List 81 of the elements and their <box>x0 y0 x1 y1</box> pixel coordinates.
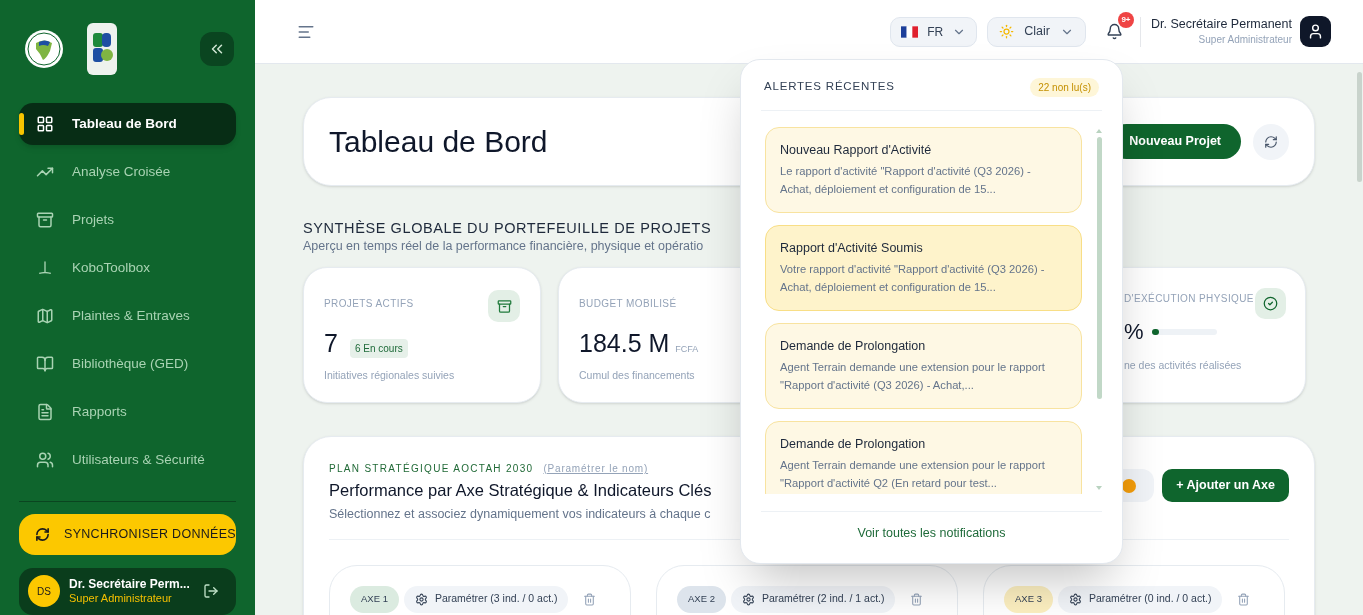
view-all-link[interactable]: Voir toutes les notifications <box>857 524 1006 543</box>
map-icon <box>36 306 54 325</box>
user-avatar: DS <box>28 575 60 608</box>
currency-unit: FCFA <box>675 343 699 356</box>
nav-item[interactable]: Plaintes & Entraves <box>19 294 236 337</box>
stat-caption: Cumul des financements <box>579 368 696 383</box>
plan-title: Performance par Axe Stratégique & Indicateurs Clés <box>329 480 712 501</box>
box-icon <box>488 290 520 322</box>
axis-settings-button[interactable]: Paramétrer (0 ind. / 0 act.) <box>1057 585 1223 613</box>
axis-tag: AXE 3 <box>1004 585 1053 613</box>
axis-settings-button[interactable]: Paramétrer (2 ind. / 1 act.) <box>730 585 896 613</box>
notification-item[interactable]: Demande de Prolongation Agent Terrain demande une extension pour le rapport "Rapport d'activité Q2 (En retard pour test... <box>765 421 1082 494</box>
refresh-button[interactable] <box>1253 123 1289 160</box>
bell-icon[interactable] <box>1105 23 1123 40</box>
nav-item[interactable]: Bibliothèque (GED) <box>19 342 236 385</box>
axis-settings-button[interactable]: Paramétrer (3 ind. / 0 act.) <box>403 585 569 613</box>
refresh-icon <box>1264 134 1278 149</box>
notification-count: 9+ <box>1117 12 1134 28</box>
settings-icon <box>1068 592 1082 606</box>
trash-icon[interactable] <box>910 592 924 606</box>
stat-caption: ne des activités réalisées <box>1124 358 1243 373</box>
notification-item[interactable]: Nouveau Rapport d'Activité Le rapport d'activité "Rapport d'activité (Q3 2026) - Achat, déploiement et configuration de 15... <box>765 127 1082 213</box>
unread-badge: 22 non lu(s) <box>1030 77 1099 97</box>
refresh-icon <box>35 525 50 543</box>
stat-value: 184.5 M <box>579 328 670 358</box>
nav-item[interactable]: Tableau de Bord <box>19 102 236 145</box>
notification-text: Agent Terrain demande une extension pour le rapport "Rapport d'activité Q2 (En retard pour test... <box>780 458 1046 491</box>
nav-item[interactable]: KoboToolbox <box>19 246 236 289</box>
sun-icon <box>999 24 1015 39</box>
theme-select[interactable]: Clair <box>987 16 1086 47</box>
trash-icon[interactable] <box>583 592 597 606</box>
stat-label: PROJETS ACTIFS <box>324 297 414 311</box>
axis-tag: AXE 2 <box>677 585 726 613</box>
page-title: Tableau de Bord <box>329 124 548 160</box>
notification-title: Nouveau Rapport d'Activité <box>780 142 933 158</box>
axis-tag: AXE 1 <box>350 585 399 613</box>
notification-text: Agent Terrain demande une extension pour le rapport "Rapport d'activité (Q3 2026) - Achat,... <box>780 360 1046 393</box>
notification-title: Demande de Prolongation <box>780 338 927 354</box>
panel-title: ALERTES RÉCENTES <box>764 79 895 95</box>
plan-subtitle: Sélectionnez et associez dynamiquement vos indicateurs à chaque c <box>329 505 712 523</box>
nav-item[interactable]: Rapports <box>19 390 236 433</box>
nav-item[interactable]: Analyse Croisée <box>19 150 236 193</box>
settings-icon <box>741 592 755 606</box>
nav-item[interactable]: Projets <box>19 198 236 241</box>
notification-text: Le rapport d'activité "Rapport d'activité (Q3 2026) - Achat, déploiement et configuration de 15... <box>780 164 1032 197</box>
section-subtitle: Aperçu en temps réel de la performance financière, physique et opératio <box>303 238 704 255</box>
nav-item[interactable]: Utilisateurs & Sécurité <box>19 438 236 481</box>
users-icon <box>36 450 54 469</box>
notification-title: Rapport d'Activité Soumis <box>780 240 924 256</box>
notification-title: Demande de Prolongation <box>780 436 927 452</box>
user-name: Dr. Secrétaire Permanent <box>1150 16 1292 32</box>
user-name: Dr. Secrétaire Perm... <box>69 577 190 592</box>
notification-item[interactable]: Demande de Prolongation Agent Terrain demande une extension pour le rapport "Rapport d'activité (Q3 2026) - Achat,... <box>765 323 1082 409</box>
document-icon <box>36 402 54 421</box>
user-role: Super Administrateur <box>1198 32 1292 47</box>
status-badge: 6 En cours <box>349 339 408 358</box>
settings-icon <box>414 592 428 606</box>
collapse-button[interactable] <box>200 31 234 66</box>
notification-text: Votre rapport d'activité "Rapport d'activité (Q3 2026) - Achat, déploiement et configuration de 15... <box>780 262 1046 295</box>
section-title: SYNTHÈSE GLOBALE DU PORTEFEUILLE DE PROJETS <box>303 219 712 237</box>
flag-icon <box>901 25 919 38</box>
active-indicator <box>19 112 24 135</box>
trash-icon[interactable] <box>1237 592 1251 606</box>
language-select[interactable]: FR <box>890 16 978 47</box>
stat-label: D'EXÉCUTION PHYSIQUE <box>1124 291 1254 306</box>
box-icon <box>36 210 54 229</box>
add-axis-button[interactable]: + Ajouter un Axe <box>1162 469 1289 502</box>
stat-value: % <box>1124 318 1144 346</box>
stat-caption: Initiatives régionales suivies <box>324 368 456 383</box>
user-role: Super Administrateur <box>69 591 173 606</box>
stat-label: BUDGET MOBILISÉ <box>579 296 677 311</box>
sync-button[interactable]: SYNCHRONISER DONNÉES <box>19 513 236 555</box>
user-avatar[interactable] <box>1300 16 1331 47</box>
plan-eyebrow: PLAN STRATÉGIQUE AOCTAH 2030 <box>329 461 534 476</box>
logout-icon[interactable] <box>203 583 219 600</box>
user-icon <box>1307 23 1324 40</box>
notification-item[interactable]: Rapport d'Activité Soumis Votre rapport d'activité "Rapport d'activité (Q3 2026) - Achat, déploiement et configuration de 15... <box>765 225 1082 311</box>
grid-icon <box>36 114 54 133</box>
kobo-icon <box>36 258 54 277</box>
book-icon <box>36 354 54 373</box>
stat-value: 7 <box>324 328 338 358</box>
